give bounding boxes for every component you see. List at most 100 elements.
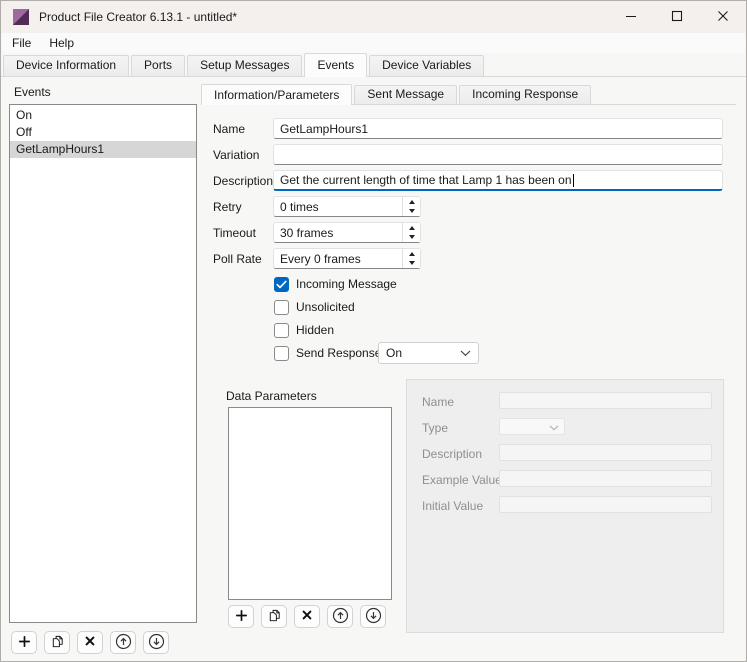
move-up-icon <box>115 633 132 653</box>
close-button[interactable] <box>700 1 746 33</box>
unsolicited-label: Unsolicited <box>296 300 355 314</box>
tab-setup-messages[interactable]: Setup Messages <box>187 55 302 76</box>
minimize-icon <box>625 10 637 25</box>
sub-tabbar: Information/Parameters Sent Message Inco… <box>201 84 591 105</box>
list-item-selected[interactable]: GetLampHours1 <box>10 141 196 158</box>
tab-ports[interactable]: Ports <box>131 55 185 76</box>
tab-events[interactable]: Events <box>304 53 367 77</box>
main-tabbar: Device Information Ports Setup Messages … <box>3 53 484 77</box>
app-window: Product File Creator 6.13.1 - untitled* … <box>0 0 747 662</box>
checkbox-unchecked-icon <box>274 323 289 338</box>
timeout-spinbox[interactable]: 30 frames <box>273 222 421 243</box>
incoming-message-checkbox[interactable]: Incoming Message <box>274 276 397 292</box>
duplicate-parameter-button[interactable] <box>261 605 287 628</box>
add-icon <box>17 634 32 652</box>
app-logo-icon <box>13 9 29 25</box>
param-description-label: Description <box>422 447 482 461</box>
delete-event-button[interactable] <box>77 631 103 654</box>
delete-parameter-button[interactable] <box>294 605 320 628</box>
retry-spinbox[interactable]: 0 times <box>273 196 421 217</box>
send-response-label: Send Response <box>296 346 381 360</box>
param-description-field <box>499 444 712 461</box>
menu-help[interactable]: Help <box>41 33 82 53</box>
retry-label: Retry <box>213 200 242 214</box>
variation-input[interactable] <box>273 144 723 165</box>
param-name-label: Name <box>422 395 454 409</box>
hidden-label: Hidden <box>296 323 334 337</box>
move-down-icon <box>148 633 165 653</box>
add-icon <box>234 608 249 626</box>
param-example-value-label: Example Value <box>422 473 502 487</box>
window-controls <box>608 1 746 33</box>
data-parameters-listbox[interactable] <box>228 407 392 600</box>
list-item[interactable]: Off <box>10 124 196 141</box>
move-event-down-button[interactable] <box>143 631 169 654</box>
move-up-icon <box>332 607 349 627</box>
move-parameter-down-button[interactable] <box>360 605 386 628</box>
menubar: File Help <box>2 33 745 53</box>
window-title: Product File Creator 6.13.1 - untitled* <box>39 10 237 24</box>
tab-sent-message[interactable]: Sent Message <box>354 85 457 104</box>
delete-icon <box>301 609 313 624</box>
chevron-down-icon <box>549 420 559 434</box>
parameter-details-panel: Name Type Description Example Value Init… <box>406 379 724 633</box>
poll-rate-spinbox[interactable]: Every 0 frames <box>273 248 421 269</box>
tab-incoming-response[interactable]: Incoming Response <box>459 85 591 104</box>
name-input[interactable] <box>273 118 723 139</box>
param-type-dropdown <box>499 418 565 435</box>
variation-label: Variation <box>213 148 259 162</box>
close-icon <box>717 10 729 25</box>
move-event-up-button[interactable] <box>110 631 136 654</box>
param-initial-value-field <box>499 496 712 513</box>
description-label: Description <box>213 174 273 188</box>
maximize-button[interactable] <box>654 1 700 33</box>
add-parameter-button[interactable] <box>228 605 254 628</box>
description-input[interactable]: Get the current length of time that Lamp… <box>273 170 723 191</box>
retry-value: 0 times <box>274 197 402 216</box>
text-caret <box>573 174 574 187</box>
move-parameter-up-button[interactable] <box>327 605 353 628</box>
poll-rate-label: Poll Rate <box>213 252 262 266</box>
move-down-icon <box>365 607 382 627</box>
name-label: Name <box>213 122 245 136</box>
tab-information-parameters[interactable]: Information/Parameters <box>201 84 352 105</box>
data-parameters-label: Data Parameters <box>226 389 317 403</box>
checkbox-unchecked-icon <box>274 300 289 315</box>
titlebar: Product File Creator 6.13.1 - untitled* <box>1 1 746 33</box>
incoming-message-label: Incoming Message <box>296 277 397 291</box>
param-initial-value-label: Initial Value <box>422 499 483 513</box>
timeout-value: 30 frames <box>274 223 402 242</box>
duplicate-icon <box>267 608 282 626</box>
list-item[interactable]: On <box>10 107 196 124</box>
events-listbox[interactable]: On Off GetLampHours1 <box>9 104 197 623</box>
timeout-spin-down-icon[interactable] <box>403 233 420 243</box>
poll-rate-spin-up-icon[interactable] <box>403 249 420 259</box>
events-toolbar <box>11 631 169 654</box>
unsolicited-checkbox[interactable]: Unsolicited <box>274 299 355 315</box>
retry-spin-up-icon[interactable] <box>403 197 420 207</box>
duplicate-icon <box>50 634 65 652</box>
duplicate-event-button[interactable] <box>44 631 70 654</box>
menu-file[interactable]: File <box>4 33 39 53</box>
send-response-dropdown[interactable]: On <box>378 342 479 364</box>
poll-rate-spin-down-icon[interactable] <box>403 259 420 269</box>
param-name-field <box>499 392 712 409</box>
send-response-value: On <box>386 346 402 360</box>
send-response-checkbox[interactable]: Send Response <box>274 345 381 361</box>
maximize-icon <box>671 10 683 25</box>
delete-icon <box>84 635 96 650</box>
tab-device-variables[interactable]: Device Variables <box>369 55 484 76</box>
chevron-down-icon <box>460 346 471 360</box>
param-example-value-field <box>499 470 712 487</box>
tab-device-information[interactable]: Device Information <box>3 55 129 76</box>
minimize-button[interactable] <box>608 1 654 33</box>
timeout-label: Timeout <box>213 226 256 240</box>
timeout-spin-up-icon[interactable] <box>403 223 420 233</box>
description-text: Get the current length of time that Lamp… <box>280 173 572 187</box>
add-event-button[interactable] <box>11 631 37 654</box>
param-type-label: Type <box>422 421 448 435</box>
hidden-checkbox[interactable]: Hidden <box>274 322 334 338</box>
retry-spin-down-icon[interactable] <box>403 207 420 217</box>
checkbox-checked-icon <box>274 277 289 292</box>
data-parameters-toolbar <box>228 605 386 628</box>
